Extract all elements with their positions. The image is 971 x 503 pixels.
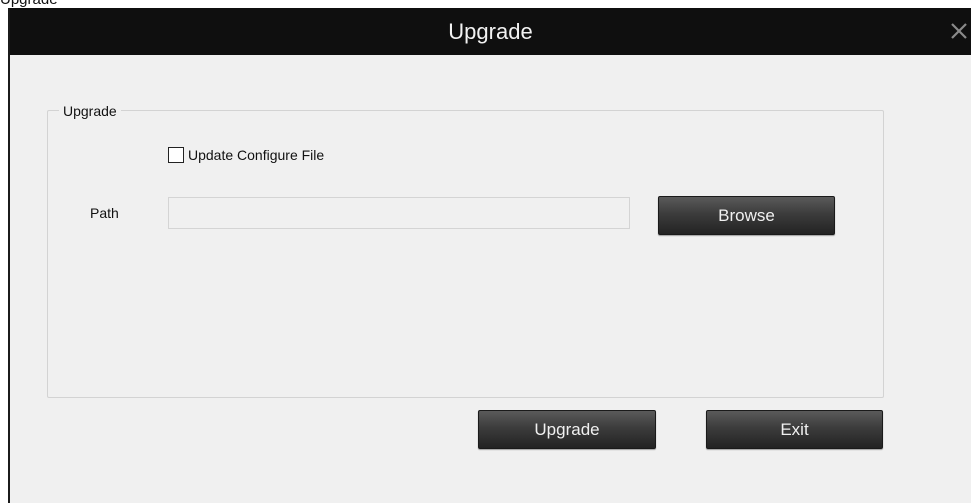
update-configure-file-label: Update Configure File — [188, 147, 325, 163]
update-configure-file-checkbox[interactable] — [168, 147, 184, 163]
exit-button[interactable]: Exit — [706, 410, 883, 449]
upgrade-dialog: Upgrade Upgrade Update Configure File Pa… — [8, 8, 971, 503]
groupbox-title: Upgrade — [59, 102, 121, 120]
window-title: Upgrade — [448, 19, 533, 44]
close-icon — [951, 23, 967, 39]
upgrade-button[interactable]: Upgrade — [478, 410, 656, 449]
screen: Upgrade Upgrade Upgrade Update Configure… — [0, 0, 971, 503]
close-button[interactable] — [945, 16, 971, 46]
path-label: Path — [90, 205, 119, 221]
path-input[interactable] — [168, 197, 630, 229]
update-configure-file-option[interactable]: Update Configure File — [168, 145, 324, 165]
background-window-text: Upgrade — [0, 0, 58, 8]
title-bar[interactable]: Upgrade — [10, 8, 971, 55]
browse-button[interactable]: Browse — [658, 196, 835, 235]
